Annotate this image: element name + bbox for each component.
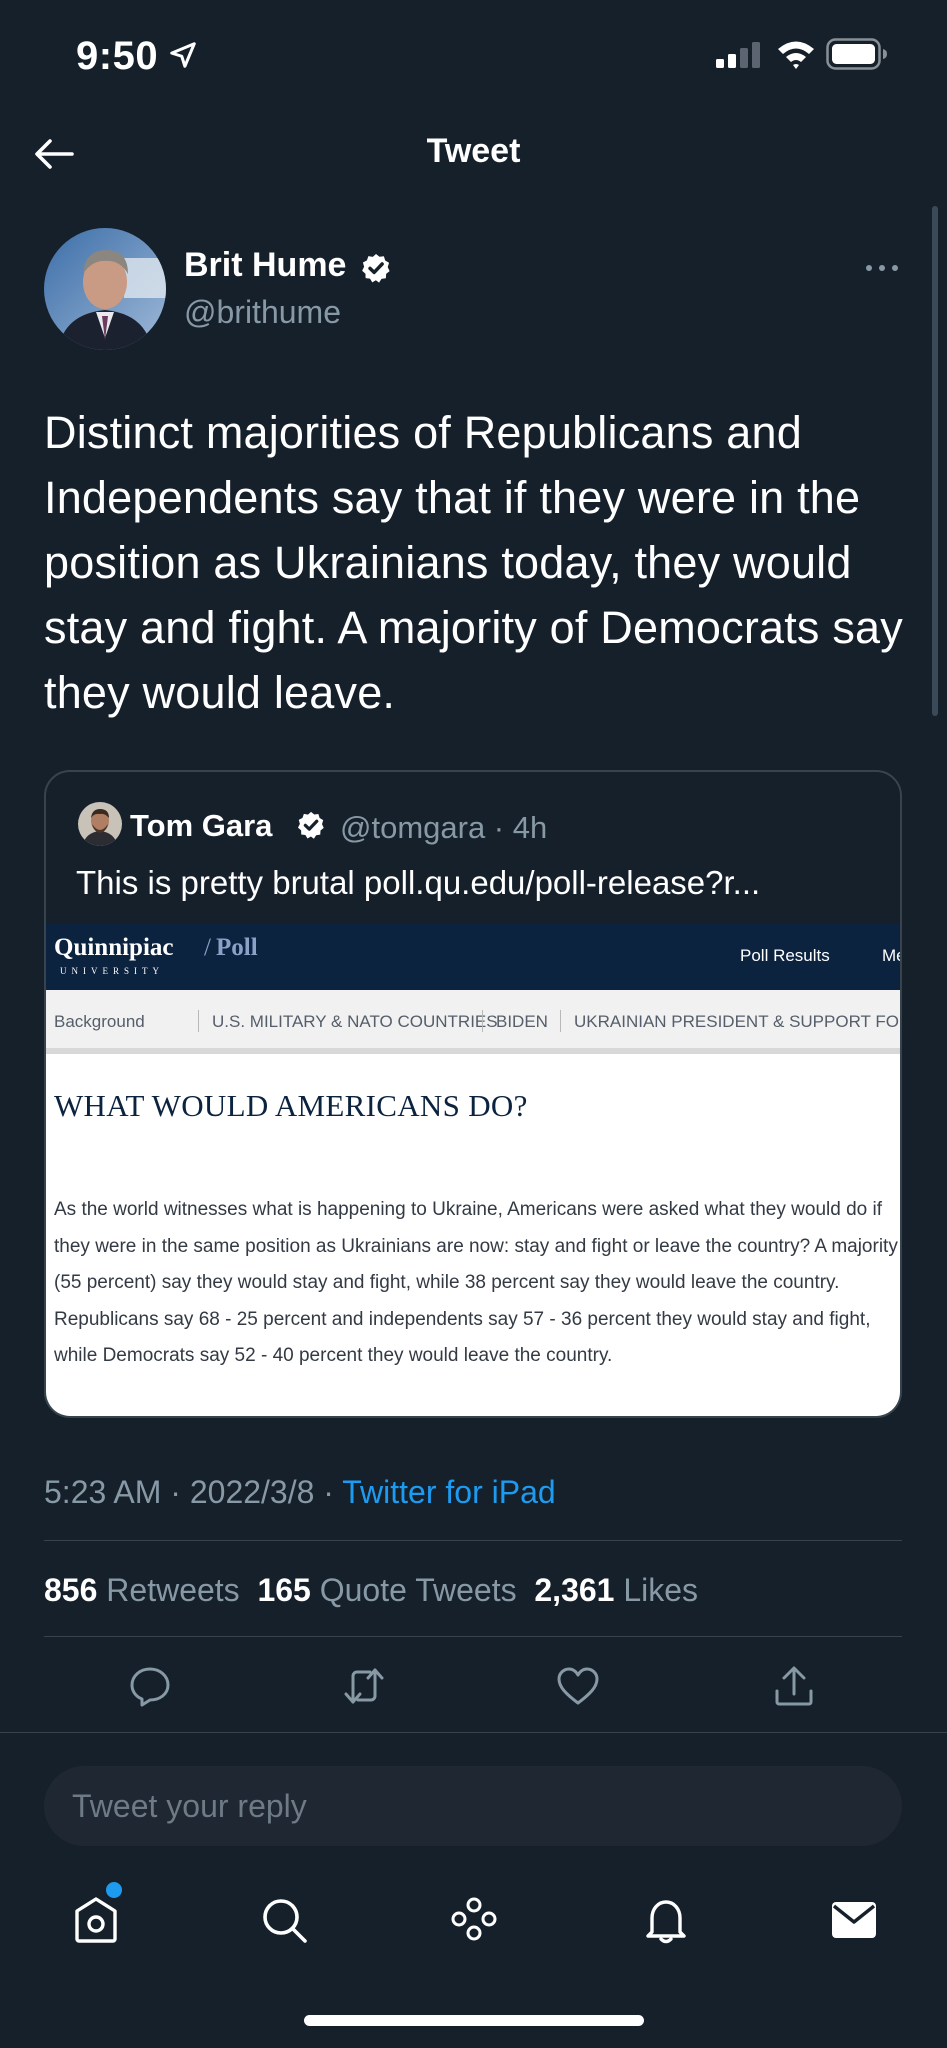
- notification-dot: [106, 1882, 122, 1898]
- poll-tabs: Background U.S. MILITARY & NATO COUNTRIE…: [46, 990, 900, 1054]
- quote-text: This is pretty brutal poll.qu.edu/poll-r…: [76, 864, 761, 901]
- home-icon[interactable]: [70, 1894, 122, 1946]
- divider: [44, 1636, 902, 1637]
- poll-heading: WHAT WOULD AMERICANS DO?: [54, 1088, 528, 1123]
- more-options-icon[interactable]: [864, 258, 900, 278]
- notifications-icon[interactable]: [640, 1894, 692, 1946]
- quote-tweets-label: Quote Tweets: [319, 1572, 517, 1608]
- reply-icon[interactable]: [128, 1664, 172, 1708]
- poll-results-nav: Poll Results: [740, 946, 830, 965]
- author-handle[interactable]: @brithume: [184, 294, 341, 331]
- author-name[interactable]: Brit Hume: [184, 246, 346, 285]
- likes-count: 2,361: [534, 1572, 615, 1608]
- source-link[interactable]: Twitter for iPad: [342, 1474, 555, 1510]
- status-time: 9:50: [76, 34, 159, 78]
- quote-verified-badge-icon: [298, 811, 324, 839]
- quote-author-name: Tom Gara: [130, 808, 273, 843]
- tab-divider: [198, 1010, 199, 1032]
- retweets-count: 856: [44, 1572, 98, 1608]
- logo-subtitle: UNIVERSITY: [60, 966, 164, 976]
- poll-tab-military: U.S. MILITARY & NATO COUNTRIES: [212, 1012, 498, 1031]
- engagement-stats: 856 Retweets 165 Quote Tweets 2,361 Like…: [44, 1572, 698, 1609]
- verified-badge-icon: [362, 254, 390, 283]
- quoted-tweet-card[interactable]: Tom Gara @tomgara · 4h This is pretty br…: [44, 770, 902, 1418]
- retweets-label: Retweets: [106, 1572, 240, 1608]
- messages-icon[interactable]: [828, 1894, 880, 1946]
- reply-placeholder: Tweet your reply: [72, 1788, 307, 1824]
- spaces-icon[interactable]: [448, 1894, 500, 1946]
- location-arrow-icon: [170, 42, 196, 68]
- poll-tab-ukrainian-president: UKRAINIAN PRESIDENT & SUPPORT FO: [574, 1012, 899, 1031]
- scrollbar[interactable]: [932, 206, 938, 716]
- quote-tweets-stat[interactable]: 165 Quote Tweets: [257, 1572, 516, 1608]
- avatar[interactable]: [44, 228, 166, 350]
- timestamp-date: 5:23 AM · 2022/3/8 ·: [44, 1474, 343, 1510]
- retweet-icon[interactable]: [342, 1664, 386, 1708]
- like-icon[interactable]: [556, 1664, 600, 1708]
- quote-avatar: [78, 802, 122, 846]
- retweets-stat[interactable]: 856 Retweets: [44, 1572, 240, 1608]
- quote-tweets-count: 165: [257, 1572, 311, 1608]
- tab-divider: [560, 1010, 561, 1032]
- logo-separator: /: [204, 934, 211, 961]
- tab-divider: [482, 1010, 483, 1032]
- likes-stat[interactable]: 2,361 Likes: [534, 1572, 698, 1608]
- divider: [0, 1732, 947, 1733]
- home-indicator: [304, 2015, 644, 2026]
- quinnipiac-logo: Quinnipiac: [54, 934, 174, 961]
- poll-tab-biden: BIDEN: [496, 1012, 548, 1031]
- tweet-timestamp: 5:23 AM · 2022/3/8 · Twitter for iPad: [44, 1474, 556, 1511]
- wifi-icon: [778, 41, 814, 69]
- reply-input[interactable]: Tweet your reply: [44, 1766, 902, 1846]
- poll-logo-text: Poll: [216, 934, 258, 961]
- page-title: Tweet: [426, 132, 521, 170]
- tweet-text: Distinct majorities of Republicans and I…: [44, 407, 903, 718]
- search-icon[interactable]: [258, 1894, 310, 1946]
- poll-tab-background: Background: [54, 1012, 145, 1031]
- poll-site-header: Quinnipiac / Poll UNIVERSITY Poll Result…: [46, 924, 900, 990]
- battery-icon: [826, 38, 887, 70]
- quote-author-handle: @tomgara · 4h: [340, 810, 548, 845]
- quote-image[interactable]: Quinnipiac / Poll UNIVERSITY Poll Result…: [46, 924, 900, 1416]
- cellular-signal-icon: [716, 42, 760, 68]
- poll-body-text: As the world witnesses what is happening…: [54, 1199, 898, 1366]
- likes-label: Likes: [623, 1572, 699, 1608]
- divider: [44, 1540, 902, 1541]
- poll-nav-more: Me: [882, 946, 900, 965]
- share-icon[interactable]: [772, 1664, 816, 1708]
